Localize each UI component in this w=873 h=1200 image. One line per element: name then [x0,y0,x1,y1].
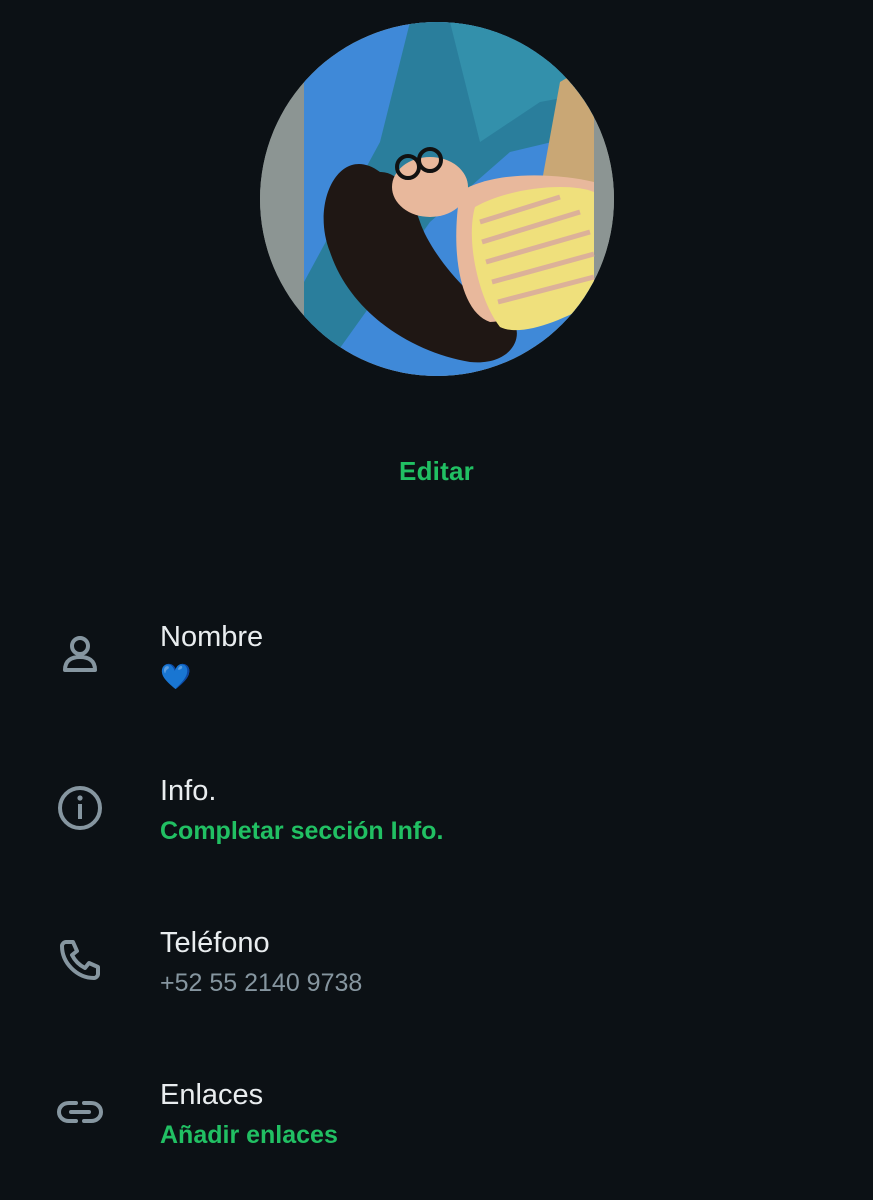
phone-value: +52 55 2140 9738 [160,969,363,997]
links-value[interactable]: Añadir enlaces [160,1120,338,1150]
phone-label: Teléfono [160,927,270,959]
phone-row[interactable]: Teléfono +52 55 2140 9738 [0,908,873,1028]
name-row[interactable]: Nombre 💙 [0,600,873,720]
profile-photo-image [260,22,614,376]
links-row[interactable]: Enlaces Añadir enlaces [0,1062,873,1182]
phone-icon [50,930,110,990]
links-label: Enlaces [160,1079,264,1111]
name-value: 💙 [160,663,192,691]
edit-photo-link[interactable]: Editar [0,456,873,487]
about-value[interactable]: Completar sección Info. [160,816,443,846]
name-label: Nombre [160,621,264,653]
info-icon [50,778,110,838]
person-icon [50,626,110,686]
link-icon [50,1082,110,1142]
about-label: Info. [160,775,217,807]
about-row[interactable]: Info. Completar sección Info. [0,756,873,876]
profile-photo[interactable] [260,22,614,376]
